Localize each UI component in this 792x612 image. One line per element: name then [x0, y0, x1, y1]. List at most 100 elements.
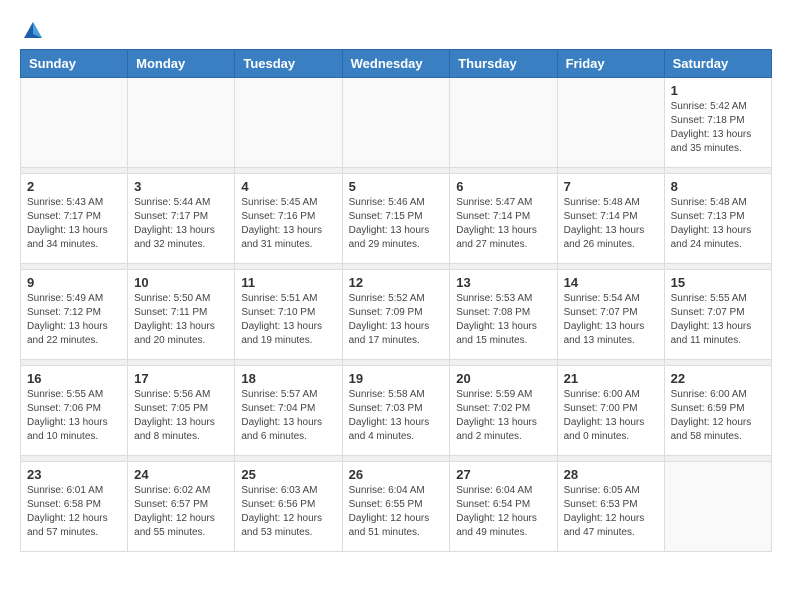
day-number: 17	[134, 371, 228, 386]
day-info: Sunrise: 5:58 AM Sunset: 7:03 PM Dayligh…	[349, 388, 444, 444]
calendar-day-cell: 24 Sunrise: 6:02 AM Sunset: 6:57 PM Dayli…	[128, 462, 235, 552]
day-info: Sunrise: 5:43 AM Sunset: 7:17 PM Dayligh…	[27, 196, 121, 252]
day-number: 13	[456, 275, 550, 290]
calendar-day-cell: 7 Sunrise: 5:48 AM Sunset: 7:14 PM Daylig…	[557, 174, 664, 264]
column-header-tuesday: Tuesday	[235, 50, 342, 78]
calendar-week-row: 9 Sunrise: 5:49 AM Sunset: 7:12 PM Daylig…	[21, 270, 772, 360]
calendar-day-cell	[664, 462, 771, 552]
calendar-day-cell	[235, 78, 342, 168]
calendar-week-row: 1Sunrise: 5:42 AM Sunset: 7:18 PM Daylig…	[21, 78, 772, 168]
calendar-day-cell: 22Sunrise: 6:00 AM Sunset: 6:59 PM Dayli…	[664, 366, 771, 456]
day-number: 25	[241, 467, 335, 482]
calendar-week-row: 2 Sunrise: 5:43 AM Sunset: 7:17 PM Daylig…	[21, 174, 772, 264]
day-info: Sunrise: 6:04 AM Sunset: 6:54 PM Dayligh…	[456, 484, 550, 540]
calendar-day-cell: 13 Sunrise: 5:53 AM Sunset: 7:08 PM Dayli…	[450, 270, 557, 360]
calendar-header-row: SundayMondayTuesdayWednesdayThursdayFrid…	[21, 50, 772, 78]
column-header-saturday: Saturday	[664, 50, 771, 78]
calendar-week-row: 16 Sunrise: 5:55 AM Sunset: 7:06 PM Dayli…	[21, 366, 772, 456]
day-number: 7	[564, 179, 658, 194]
calendar-week-row: 23Sunrise: 6:01 AM Sunset: 6:58 PM Dayli…	[21, 462, 772, 552]
calendar-day-cell	[21, 78, 128, 168]
calendar-day-cell: 18Sunrise: 5:57 AM Sunset: 7:04 PM Dayli…	[235, 366, 342, 456]
calendar-day-cell: 23Sunrise: 6:01 AM Sunset: 6:58 PM Dayli…	[21, 462, 128, 552]
calendar-day-cell: 5 Sunrise: 5:46 AM Sunset: 7:15 PM Daylig…	[342, 174, 450, 264]
day-info: Sunrise: 5:51 AM Sunset: 7:10 PM Dayligh…	[241, 292, 335, 348]
day-info: Sunrise: 5:49 AM Sunset: 7:12 PM Dayligh…	[27, 292, 121, 348]
day-info: Sunrise: 5:56 AM Sunset: 7:05 PM Dayligh…	[134, 388, 228, 444]
day-number: 11	[241, 275, 335, 290]
calendar-day-cell: 17 Sunrise: 5:56 AM Sunset: 7:05 PM Dayli…	[128, 366, 235, 456]
calendar-day-cell: 14 Sunrise: 5:54 AM Sunset: 7:07 PM Dayli…	[557, 270, 664, 360]
calendar-day-cell: 2 Sunrise: 5:43 AM Sunset: 7:17 PM Daylig…	[21, 174, 128, 264]
page-header	[20, 20, 772, 39]
day-number: 20	[456, 371, 550, 386]
day-number: 3	[134, 179, 228, 194]
day-number: 10	[134, 275, 228, 290]
day-number: 24	[134, 467, 228, 482]
calendar-day-cell: 11 Sunrise: 5:51 AM Sunset: 7:10 PM Dayli…	[235, 270, 342, 360]
day-number: 1	[671, 83, 765, 98]
day-number: 14	[564, 275, 658, 290]
calendar-day-cell: 6 Sunrise: 5:47 AM Sunset: 7:14 PM Daylig…	[450, 174, 557, 264]
day-number: 2	[27, 179, 121, 194]
day-info: Sunrise: 5:45 AM Sunset: 7:16 PM Dayligh…	[241, 196, 335, 252]
day-info: Sunrise: 5:47 AM Sunset: 7:14 PM Dayligh…	[456, 196, 550, 252]
calendar-day-cell: 27 Sunrise: 6:04 AM Sunset: 6:54 PM Dayli…	[450, 462, 557, 552]
day-number: 4	[241, 179, 335, 194]
logo-icon	[22, 20, 44, 42]
calendar-day-cell: 9 Sunrise: 5:49 AM Sunset: 7:12 PM Daylig…	[21, 270, 128, 360]
day-number: 16	[27, 371, 121, 386]
day-number: 23	[27, 467, 121, 482]
calendar-day-cell: 15 Sunrise: 5:55 AM Sunset: 7:07 PM Dayli…	[664, 270, 771, 360]
day-info: Sunrise: 6:00 AM Sunset: 7:00 PM Dayligh…	[564, 388, 658, 444]
calendar-day-cell: 20 Sunrise: 5:59 AM Sunset: 7:02 PM Dayli…	[450, 366, 557, 456]
day-number: 12	[349, 275, 444, 290]
calendar-day-cell	[128, 78, 235, 168]
calendar-table: SundayMondayTuesdayWednesdayThursdayFrid…	[20, 49, 772, 552]
day-number: 28	[564, 467, 658, 482]
day-info: Sunrise: 5:50 AM Sunset: 7:11 PM Dayligh…	[134, 292, 228, 348]
calendar-day-cell: 8 Sunrise: 5:48 AM Sunset: 7:13 PM Daylig…	[664, 174, 771, 264]
day-info: Sunrise: 6:03 AM Sunset: 6:56 PM Dayligh…	[241, 484, 335, 540]
day-info: Sunrise: 6:02 AM Sunset: 6:57 PM Dayligh…	[134, 484, 228, 540]
day-info: Sunrise: 5:55 AM Sunset: 7:07 PM Dayligh…	[671, 292, 765, 348]
calendar-day-cell: 28 Sunrise: 6:05 AM Sunset: 6:53 PM Dayli…	[557, 462, 664, 552]
day-info: Sunrise: 6:00 AM Sunset: 6:59 PM Dayligh…	[671, 388, 765, 444]
day-info: Sunrise: 5:44 AM Sunset: 7:17 PM Dayligh…	[134, 196, 228, 252]
day-info: Sunrise: 5:55 AM Sunset: 7:06 PM Dayligh…	[27, 388, 121, 444]
calendar-day-cell: 4 Sunrise: 5:45 AM Sunset: 7:16 PM Daylig…	[235, 174, 342, 264]
calendar-day-cell: 25 Sunrise: 6:03 AM Sunset: 6:56 PM Dayli…	[235, 462, 342, 552]
day-info: Sunrise: 5:52 AM Sunset: 7:09 PM Dayligh…	[349, 292, 444, 348]
calendar-day-cell	[342, 78, 450, 168]
calendar-day-cell: 12 Sunrise: 5:52 AM Sunset: 7:09 PM Dayli…	[342, 270, 450, 360]
calendar-day-cell: 16 Sunrise: 5:55 AM Sunset: 7:06 PM Dayli…	[21, 366, 128, 456]
calendar-day-cell	[557, 78, 664, 168]
day-number: 15	[671, 275, 765, 290]
day-number: 27	[456, 467, 550, 482]
column-header-wednesday: Wednesday	[342, 50, 450, 78]
calendar-day-cell: 1Sunrise: 5:42 AM Sunset: 7:18 PM Daylig…	[664, 78, 771, 168]
logo	[20, 20, 44, 39]
day-info: Sunrise: 5:53 AM Sunset: 7:08 PM Dayligh…	[456, 292, 550, 348]
column-header-sunday: Sunday	[21, 50, 128, 78]
calendar-day-cell: 3 Sunrise: 5:44 AM Sunset: 7:17 PM Daylig…	[128, 174, 235, 264]
day-info: Sunrise: 5:54 AM Sunset: 7:07 PM Dayligh…	[564, 292, 658, 348]
calendar-day-cell: 10 Sunrise: 5:50 AM Sunset: 7:11 PM Dayli…	[128, 270, 235, 360]
day-number: 6	[456, 179, 550, 194]
day-number: 9	[27, 275, 121, 290]
day-number: 21	[564, 371, 658, 386]
day-number: 26	[349, 467, 444, 482]
day-info: Sunrise: 6:04 AM Sunset: 6:55 PM Dayligh…	[349, 484, 444, 540]
day-number: 5	[349, 179, 444, 194]
day-info: Sunrise: 5:57 AM Sunset: 7:04 PM Dayligh…	[241, 388, 335, 444]
day-info: Sunrise: 5:59 AM Sunset: 7:02 PM Dayligh…	[456, 388, 550, 444]
day-number: 19	[349, 371, 444, 386]
column-header-friday: Friday	[557, 50, 664, 78]
day-info: Sunrise: 6:05 AM Sunset: 6:53 PM Dayligh…	[564, 484, 658, 540]
column-header-monday: Monday	[128, 50, 235, 78]
day-number: 8	[671, 179, 765, 194]
calendar-day-cell: 19 Sunrise: 5:58 AM Sunset: 7:03 PM Dayli…	[342, 366, 450, 456]
day-info: Sunrise: 5:46 AM Sunset: 7:15 PM Dayligh…	[349, 196, 444, 252]
day-info: Sunrise: 5:48 AM Sunset: 7:13 PM Dayligh…	[671, 196, 765, 252]
day-info: Sunrise: 5:48 AM Sunset: 7:14 PM Dayligh…	[564, 196, 658, 252]
